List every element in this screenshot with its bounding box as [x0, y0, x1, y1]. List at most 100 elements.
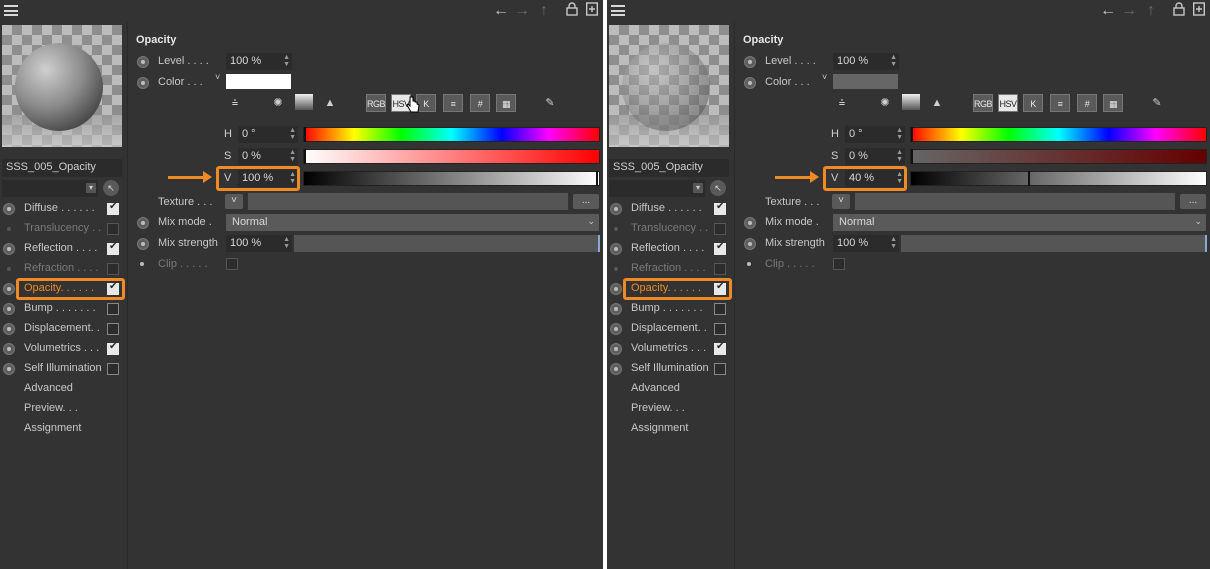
new-panel-icon[interactable] — [585, 2, 599, 21]
sidebar-item[interactable]: Assignment — [0, 420, 126, 438]
back-arrow-icon[interactable]: ← — [1100, 2, 1116, 20]
mix-mode-dropdown[interactable]: Normal ⌄ — [833, 214, 1206, 231]
forward-arrow-icon[interactable]: → — [1121, 2, 1137, 20]
texture-field[interactable] — [248, 193, 568, 210]
lock-icon[interactable] — [1173, 2, 1185, 21]
channel-row[interactable]: Refraction . . . . — [0, 260, 126, 278]
channel-row[interactable]: Self Illumination — [0, 360, 126, 378]
mix-strength-value[interactable]: 100 % — [230, 237, 261, 249]
channel-radio-icon[interactable] — [610, 203, 622, 215]
channel-row[interactable]: Reflection . . . . — [607, 240, 733, 258]
h-value[interactable]: 0 ° — [242, 128, 256, 140]
channel-radio-icon[interactable] — [3, 303, 15, 315]
channel-label[interactable]: Reflection . . . . — [631, 242, 704, 254]
s-slider-knob[interactable] — [304, 149, 306, 164]
mix-strength-field[interactable]: 100 % ▲ ▼ — [833, 235, 899, 252]
color-swatch[interactable] — [833, 74, 898, 89]
channel-radio-icon[interactable] — [610, 223, 622, 235]
color-wheel-icon[interactable]: ✺ — [875, 94, 895, 112]
channel-checkbox[interactable] — [714, 363, 726, 375]
channel-label[interactable]: Bump . . . . . . . — [24, 302, 96, 314]
channel-label[interactable]: Diffuse . . . . . . — [24, 202, 95, 214]
channel-row[interactable]: Displacement. . — [0, 320, 126, 338]
s-slider-knob[interactable] — [911, 149, 913, 164]
channel-checkbox[interactable] — [714, 201, 726, 215]
channel-checkbox[interactable] — [107, 303, 119, 315]
h-value[interactable]: 0 ° — [849, 128, 863, 140]
sidebar-item-label[interactable]: Assignment — [24, 422, 81, 434]
channel-row[interactable]: Diffuse . . . . . . — [0, 200, 126, 218]
spinner-icon[interactable]: ▲ ▼ — [896, 149, 903, 163]
mixer-icon[interactable]: ≡ — [1050, 94, 1070, 112]
h-field[interactable]: 0 ° ▲ ▼ — [238, 126, 298, 143]
v-gradient-slider[interactable] — [910, 171, 1207, 186]
collapse-icon[interactable]: ⩮ — [225, 94, 245, 112]
color-swatch[interactable] — [226, 74, 291, 89]
texture-browse-button[interactable]: ... — [573, 194, 599, 209]
sidebar-item[interactable]: Preview. . . — [0, 400, 126, 418]
channel-checkbox[interactable] — [714, 223, 726, 235]
forward-arrow-icon[interactable]: → — [514, 2, 530, 20]
h-gradient-slider[interactable] — [303, 127, 600, 142]
up-arrow-icon[interactable]: ↑ — [1147, 2, 1155, 20]
channel-radio-icon[interactable] — [3, 243, 15, 255]
channel-radio-icon[interactable] — [610, 283, 622, 295]
material-preview[interactable] — [2, 25, 122, 147]
channel-radio-icon[interactable] — [3, 323, 15, 335]
level-radio-icon[interactable] — [137, 56, 149, 68]
channel-row[interactable]: Volumetrics . . . — [607, 340, 733, 358]
menu-icon[interactable] — [4, 5, 18, 16]
eyedropper-icon[interactable]: ✎ — [540, 94, 560, 112]
channel-label[interactable]: Reflection . . . . — [24, 242, 97, 254]
mix-strength-slider[interactable] — [901, 235, 1207, 252]
texture-dropdown-button[interactable]: ˅ — [832, 194, 850, 209]
mix-strength-radio-icon[interactable] — [744, 238, 756, 250]
layer-dropdown[interactable]: ▾ — [609, 180, 705, 197]
channel-radio-icon[interactable] — [3, 283, 15, 295]
channel-row[interactable]: Diffuse . . . . . . — [607, 200, 733, 218]
eyedropper-icon[interactable]: ✎ — [1147, 94, 1167, 112]
channel-label[interactable]: Displacement. . — [631, 322, 707, 334]
channel-row[interactable]: Refraction . . . . — [607, 260, 733, 278]
level-radio-icon[interactable] — [744, 56, 756, 68]
level-field[interactable]: 100 % ▲ ▼ — [833, 53, 899, 70]
hex-button[interactable]: # — [1077, 94, 1097, 112]
channel-row[interactable]: Displacement. . — [607, 320, 733, 338]
menu-icon[interactable] — [611, 5, 625, 16]
channel-label[interactable]: Self Illumination — [24, 362, 102, 374]
swatches-icon[interactable]: ▦ — [1103, 94, 1123, 112]
color-radio-icon[interactable] — [744, 77, 756, 89]
channel-checkbox[interactable] — [714, 263, 726, 275]
kelvin-button[interactable]: K — [1023, 94, 1043, 112]
h-slider-knob[interactable] — [304, 127, 306, 142]
channel-radio-icon[interactable] — [610, 323, 622, 335]
spinner-icon[interactable]: ▲ ▼ — [890, 236, 897, 250]
sidebar-item[interactable]: Advanced — [607, 380, 733, 398]
spinner-icon[interactable]: ▲ ▼ — [289, 149, 296, 163]
mix-mode-value[interactable]: Normal — [232, 216, 267, 228]
channel-checkbox[interactable] — [714, 241, 726, 255]
s-gradient-slider[interactable] — [303, 149, 600, 164]
channel-row[interactable]: Volumetrics . . . — [0, 340, 126, 358]
channel-radio-icon[interactable] — [610, 263, 622, 275]
mix-strength-field[interactable]: 100 % ▲ ▼ — [226, 235, 292, 252]
channel-label[interactable]: Translucency . . — [631, 222, 708, 234]
mix-mode-radio-icon[interactable] — [137, 217, 149, 229]
sidebar-item-label[interactable]: Advanced — [24, 382, 73, 394]
h-field[interactable]: 0 ° ▲ ▼ — [845, 126, 905, 143]
clip-radio-icon[interactable] — [744, 259, 756, 271]
channel-checkbox[interactable] — [107, 341, 119, 355]
channel-radio-icon[interactable] — [610, 243, 622, 255]
v-slider-knob[interactable] — [1028, 171, 1030, 186]
channel-label[interactable]: Refraction . . . . — [24, 262, 99, 274]
pick-icon[interactable]: ↖ — [103, 180, 119, 196]
spinner-icon[interactable]: ▲ ▼ — [283, 54, 290, 68]
back-arrow-icon[interactable]: ← — [493, 2, 509, 20]
channel-label[interactable]: Volumetrics . . . — [631, 342, 706, 354]
spinner-icon[interactable]: ▲ ▼ — [283, 236, 290, 250]
s-field[interactable]: 0 % ▲ ▼ — [238, 148, 298, 165]
channel-checkbox[interactable] — [107, 241, 119, 255]
material-name-field[interactable]: SSS_005_Opacity — [2, 159, 122, 177]
pick-icon[interactable]: ↖ — [710, 180, 726, 196]
rgb-button[interactable]: RGB — [973, 94, 993, 112]
